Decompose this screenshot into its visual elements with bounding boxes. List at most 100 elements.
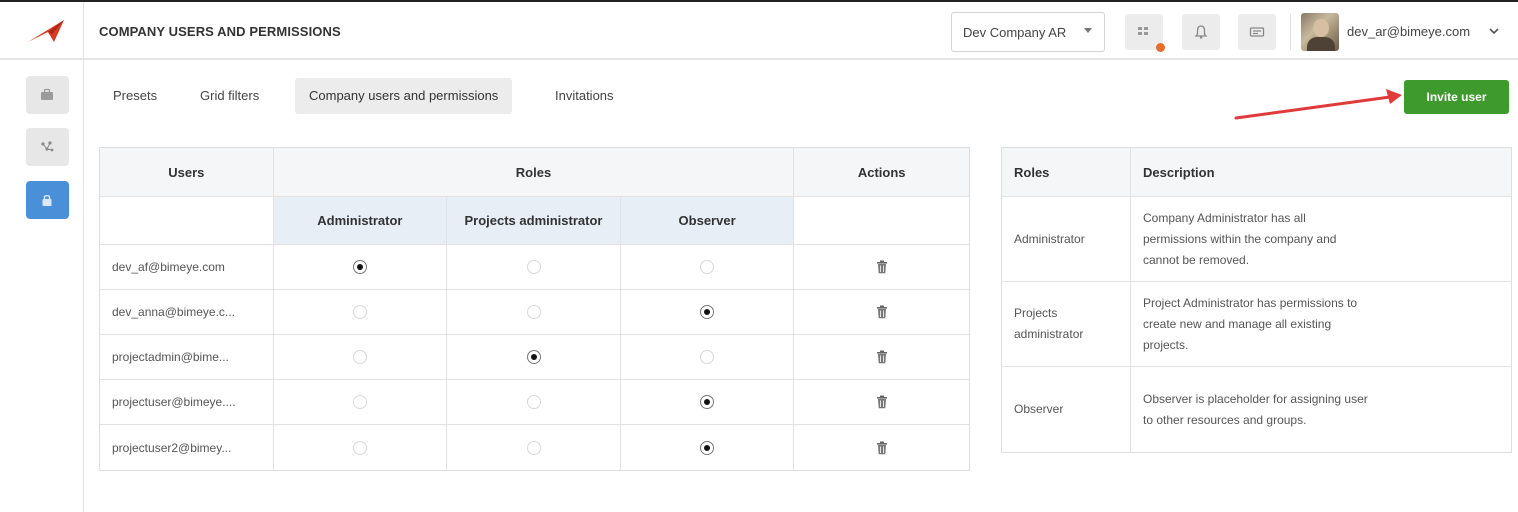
table-header-row: Users Roles Actions <box>100 148 969 197</box>
invite-user-button[interactable]: Invite user <box>1404 80 1509 114</box>
annotation-arrow <box>1234 89 1402 120</box>
role-name-cell: Projects administrator <box>1002 282 1131 366</box>
role-cell <box>447 290 621 334</box>
role-cell <box>621 290 795 334</box>
table-header-row: Roles Description <box>1002 148 1511 197</box>
table-row: Projects administrator Project Administr… <box>1002 282 1511 367</box>
table-row: Administrator Company Administrator has … <box>1002 197 1511 282</box>
role-radio[interactable] <box>352 350 367 364</box>
role-cell <box>274 425 448 470</box>
notification-dot <box>1156 43 1165 52</box>
avatar[interactable] <box>1301 13 1339 51</box>
role-name-cell: Observer <box>1002 367 1131 452</box>
grid-icon <box>1138 27 1148 35</box>
table-row: Observer Observer is placeholder for ass… <box>1002 367 1511 452</box>
role-radio[interactable] <box>700 260 715 274</box>
trash-icon[interactable] <box>876 305 888 319</box>
notifications-button[interactable] <box>1182 14 1220 50</box>
card-icon <box>1249 27 1265 37</box>
role-description: Company Administrator has all permission… <box>1143 210 1337 267</box>
role-cell <box>447 380 621 424</box>
table-subheader-row: Administrator Projects administrator Obs… <box>100 197 969 245</box>
sidebar-item-network[interactable] <box>26 128 69 166</box>
role-radio[interactable] <box>700 350 715 364</box>
sidebar-item-permissions[interactable] <box>26 181 69 219</box>
user-email[interactable]: dev_ar@bimeye.com <box>1347 24 1470 39</box>
user-email-cell: projectadmin@bime... <box>100 335 274 379</box>
role-cell <box>274 290 448 334</box>
column-header-actions: Actions <box>857 164 906 180</box>
role-cell <box>621 335 795 379</box>
role-cell <box>621 380 795 424</box>
sidebar <box>0 60 84 512</box>
chevron-down-icon[interactable] <box>1488 27 1500 35</box>
role-radio[interactable] <box>700 440 715 455</box>
column-header-observer: Observer <box>620 197 795 244</box>
lock-icon <box>42 195 52 206</box>
role-radio[interactable] <box>526 440 541 455</box>
role-name: Observer <box>1014 402 1064 416</box>
trash-icon[interactable] <box>876 395 888 409</box>
header-divider <box>1290 14 1291 50</box>
company-select[interactable]: Dev Company AR <box>951 12 1105 52</box>
role-radio[interactable] <box>352 260 367 274</box>
subheader-empty <box>794 197 969 244</box>
chevron-down-icon <box>1084 28 1092 33</box>
role-radio[interactable] <box>352 305 367 319</box>
action-cell <box>794 335 969 379</box>
role-name: Administrator <box>1014 231 1085 246</box>
role-radio[interactable] <box>352 395 367 409</box>
app-header: COMPANY USERS AND PERMISSIONS Dev Compan… <box>0 2 1518 60</box>
role-description: Project Administrator has permissions to… <box>1143 295 1358 352</box>
user-email-cell: dev_af@bimeye.com <box>100 245 274 289</box>
action-cell <box>794 380 969 424</box>
role-name: Projects administrator <box>1014 306 1084 341</box>
action-cell <box>794 245 969 289</box>
role-radio[interactable] <box>526 395 541 409</box>
role-radio[interactable] <box>526 260 541 274</box>
role-radio[interactable] <box>526 350 541 364</box>
role-cell <box>621 245 795 289</box>
user-email-cell: projectuser@bimeye.... <box>100 380 274 424</box>
trash-icon[interactable] <box>876 350 888 364</box>
role-radio[interactable] <box>526 305 541 319</box>
role-cell <box>447 245 621 289</box>
tab-invitations[interactable]: Invitations <box>541 78 628 114</box>
table-row: projectadmin@bime... <box>100 335 969 380</box>
role-radio[interactable] <box>352 440 367 455</box>
role-cell <box>274 380 448 424</box>
role-radio[interactable] <box>700 395 715 409</box>
paper-plane-logo-icon[interactable] <box>26 18 66 44</box>
column-header-description: Description <box>1143 164 1215 180</box>
role-description-cell: Project Administrator has permissions to… <box>1131 282 1511 366</box>
table-row: projectuser2@bimey... <box>100 425 969 470</box>
bell-icon <box>1194 25 1208 39</box>
trash-icon[interactable] <box>876 441 888 455</box>
messages-button[interactable] <box>1238 14 1276 50</box>
action-cell <box>794 290 969 334</box>
company-select-value: Dev Company AR <box>963 25 1067 40</box>
logo-cell[interactable] <box>0 2 84 60</box>
role-cell <box>274 245 448 289</box>
tab-company-users-and-permissions[interactable]: Company users and permissions <box>295 78 513 114</box>
role-description-cell: Observer is placeholder for assigning us… <box>1131 367 1511 452</box>
page-title: COMPANY USERS AND PERMISSIONS <box>99 24 341 39</box>
table-row: dev_af@bimeye.com <box>100 245 969 290</box>
role-cell <box>447 335 621 379</box>
role-radio[interactable] <box>700 305 715 319</box>
subheader-empty <box>100 197 274 244</box>
trash-icon[interactable] <box>876 260 888 274</box>
column-header-projects-administrator: Projects administrator <box>447 197 621 244</box>
table-row: dev_anna@bimeye.c... <box>100 290 969 335</box>
tab-presets[interactable]: Presets <box>99 78 171 114</box>
briefcase-icon <box>41 88 53 100</box>
role-cell <box>447 425 621 470</box>
role-description: Observer is placeholder for assigning us… <box>1143 391 1368 427</box>
role-cell <box>274 335 448 379</box>
column-header-roles: Roles <box>274 148 795 196</box>
users-permissions-table: Users Roles Actions Administrator Projec… <box>99 147 970 471</box>
tab-grid-filters[interactable]: Grid filters <box>186 78 273 114</box>
user-email-cell: dev_anna@bimeye.c... <box>100 290 274 334</box>
user-email-cell: projectuser2@bimey... <box>100 425 274 470</box>
sidebar-item-company[interactable] <box>26 76 69 114</box>
